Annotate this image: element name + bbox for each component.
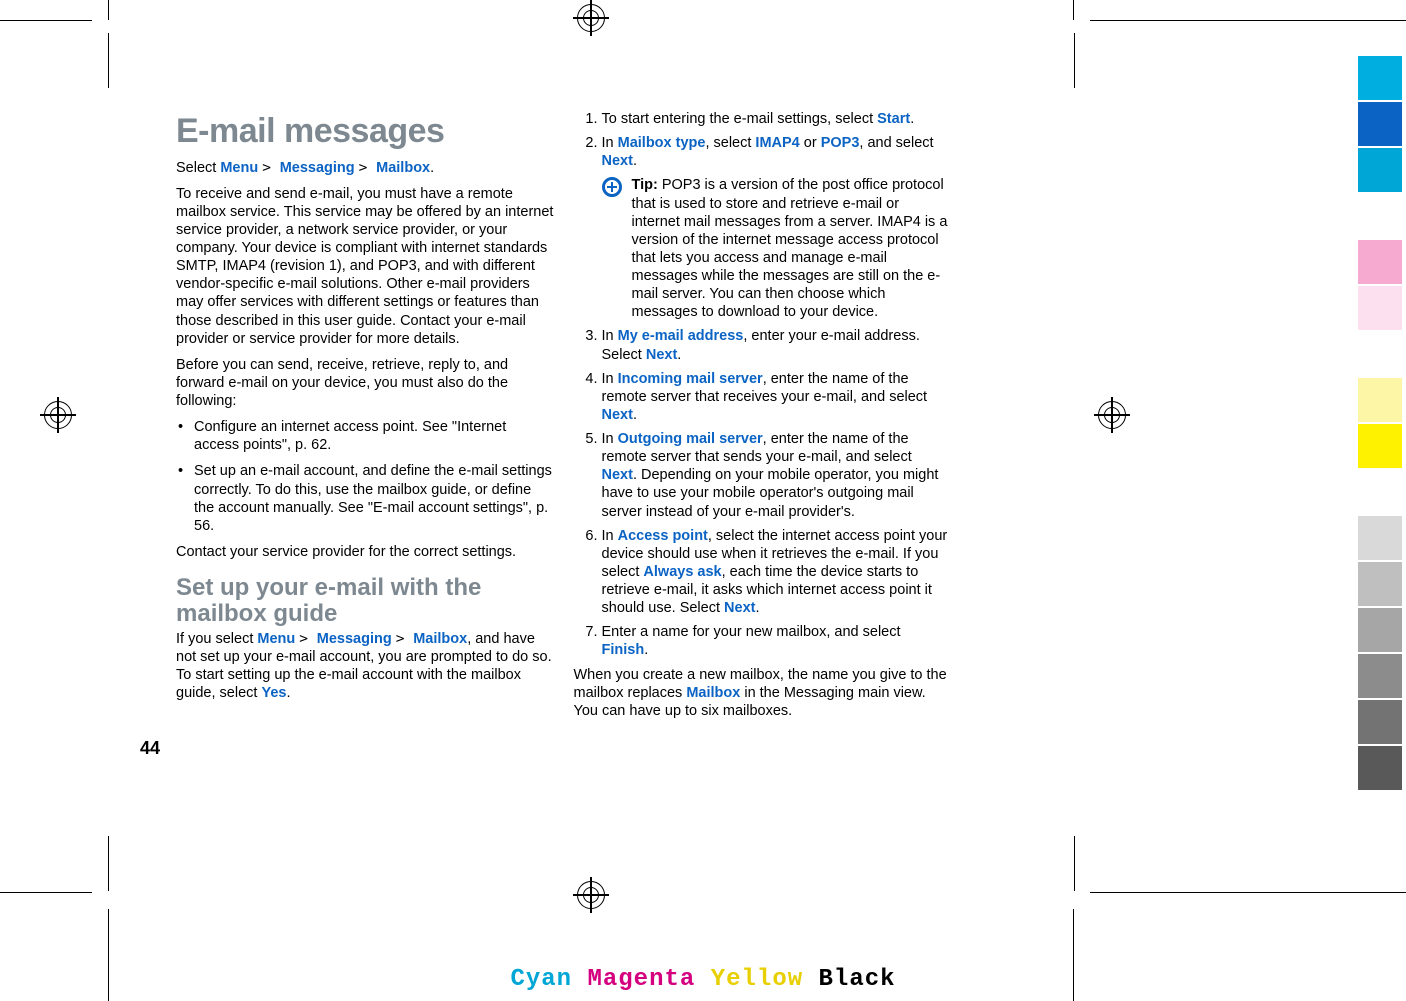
option-always-ask: Always ask	[643, 564, 721, 580]
page-content: E-mail messages Select Menu > Messaging …	[176, 110, 951, 770]
swatch	[1358, 516, 1402, 560]
body-text: When you create a new mailbox, the name …	[574, 666, 952, 720]
cmyk-cyan: Cyan	[510, 966, 572, 993]
list-item: In Mailbox type, select IMAP4 or POP3, a…	[602, 134, 952, 321]
color-bar-strip	[1358, 56, 1402, 790]
option-start: Start	[877, 111, 910, 127]
option-pop3: POP3	[821, 135, 860, 151]
page-title: E-mail messages	[176, 110, 554, 153]
nav-mailbox: Mailbox	[686, 685, 740, 701]
nav-messaging: Messaging	[280, 160, 355, 176]
option-yes: Yes	[261, 685, 286, 701]
cmyk-yellow: Yellow	[711, 966, 803, 993]
swatch	[1358, 700, 1402, 744]
column-right: To start entering the e-mail settings, s…	[574, 110, 952, 770]
crop-mark	[108, 33, 109, 88]
list-item: In Outgoing mail server, enter the name …	[602, 430, 952, 521]
nav-messaging: Messaging	[317, 631, 392, 647]
swatch	[1358, 746, 1402, 790]
option-finish: Finish	[602, 642, 645, 658]
list-item: Enter a name for your new mailbox, and s…	[602, 623, 952, 659]
step-list: To start entering the e-mail settings, s…	[574, 110, 952, 660]
section-heading: Set up your e-mail with the mailbox guid…	[176, 575, 554, 628]
list-item: In Incoming mail server, enter the name …	[602, 370, 952, 424]
text: If you select	[176, 631, 257, 647]
body-text: Contact your service provider for the co…	[176, 543, 554, 561]
nav-menu: Menu	[257, 631, 295, 647]
swatch	[1358, 102, 1402, 146]
swatch	[1358, 654, 1402, 698]
text: In	[602, 328, 618, 344]
cmyk-magenta: Magenta	[587, 966, 695, 993]
list-item: In My e-mail address, enter your e-mail …	[602, 327, 952, 363]
text: , and select	[859, 135, 933, 151]
field-mailbox-type: Mailbox type	[618, 135, 706, 151]
column-left: E-mail messages Select Menu > Messaging …	[176, 110, 554, 770]
text: In	[602, 528, 618, 544]
body-text: Before you can send, receive, retrieve, …	[176, 356, 554, 410]
swatch	[1358, 608, 1402, 652]
swatch	[1358, 424, 1402, 468]
swatch	[1358, 378, 1402, 422]
option-next: Next	[602, 153, 633, 169]
page-number: 44	[140, 738, 160, 759]
nav-mailbox: Mailbox	[376, 160, 430, 176]
swatch	[1358, 148, 1402, 192]
list-item: Configure an internet access point. See …	[176, 418, 554, 454]
tip-text: POP3 is a version of the post office pro…	[632, 177, 948, 320]
crop-mark	[1074, 33, 1075, 88]
nav-menu: Menu	[220, 160, 258, 176]
list-item: In Access point, select the internet acc…	[602, 527, 952, 618]
swatch	[1358, 286, 1402, 330]
registration-mark-icon	[573, 877, 609, 913]
body-text: If you select Menu > Messaging > Mailbox…	[176, 630, 554, 703]
crop-mark	[108, 836, 109, 891]
bullet-list: Configure an internet access point. See …	[176, 418, 554, 535]
crop-mark	[1073, 0, 1074, 20]
registration-mark-icon	[40, 397, 76, 433]
crop-mark	[108, 0, 109, 20]
tip-label: Tip:	[632, 177, 658, 193]
list-item: To start entering the e-mail settings, s…	[602, 110, 952, 128]
nav-mailbox: Mailbox	[413, 631, 467, 647]
cmyk-black: Black	[819, 966, 896, 993]
nav-prefix: Select	[176, 160, 220, 176]
text: In	[602, 371, 618, 387]
swatch	[1358, 240, 1402, 284]
swatch	[1358, 562, 1402, 606]
field-outgoing-server: Outgoing mail server	[618, 431, 763, 447]
option-next: Next	[724, 600, 755, 616]
swatch	[1358, 56, 1402, 100]
text: , select	[705, 135, 755, 151]
option-imap4: IMAP4	[755, 135, 799, 151]
nav-path: Select Menu > Messaging > Mailbox.	[176, 159, 554, 177]
tip-box: Tip: POP3 is a version of the post offic…	[602, 176, 952, 321]
crop-mark	[0, 892, 92, 893]
text: . Depending on your mobile operator, you…	[602, 467, 939, 519]
field-email-address: My e-mail address	[618, 328, 744, 344]
registration-mark-icon	[573, 0, 609, 36]
text: To start entering the e-mail settings, s…	[602, 111, 878, 127]
option-next: Next	[602, 467, 633, 483]
field-access-point: Access point	[618, 528, 708, 544]
text: or	[800, 135, 821, 151]
registration-mark-icon	[1094, 397, 1130, 433]
text: Enter a name for your new mailbox, and s…	[602, 624, 901, 640]
text: In	[602, 135, 618, 151]
option-next: Next	[646, 347, 677, 363]
option-next: Next	[602, 407, 633, 423]
crop-mark	[1074, 836, 1075, 891]
field-incoming-server: Incoming mail server	[618, 371, 763, 387]
list-item: Set up an e-mail account, and define the…	[176, 462, 554, 535]
body-text: To receive and send e-mail, you must hav…	[176, 185, 554, 348]
crop-mark	[1090, 20, 1406, 21]
crop-mark	[0, 20, 92, 21]
tip-plus-icon	[602, 177, 622, 197]
text: In	[602, 431, 618, 447]
crop-mark	[1090, 892, 1406, 893]
cmyk-label: Cyan Magenta Yellow Black	[0, 966, 1406, 993]
